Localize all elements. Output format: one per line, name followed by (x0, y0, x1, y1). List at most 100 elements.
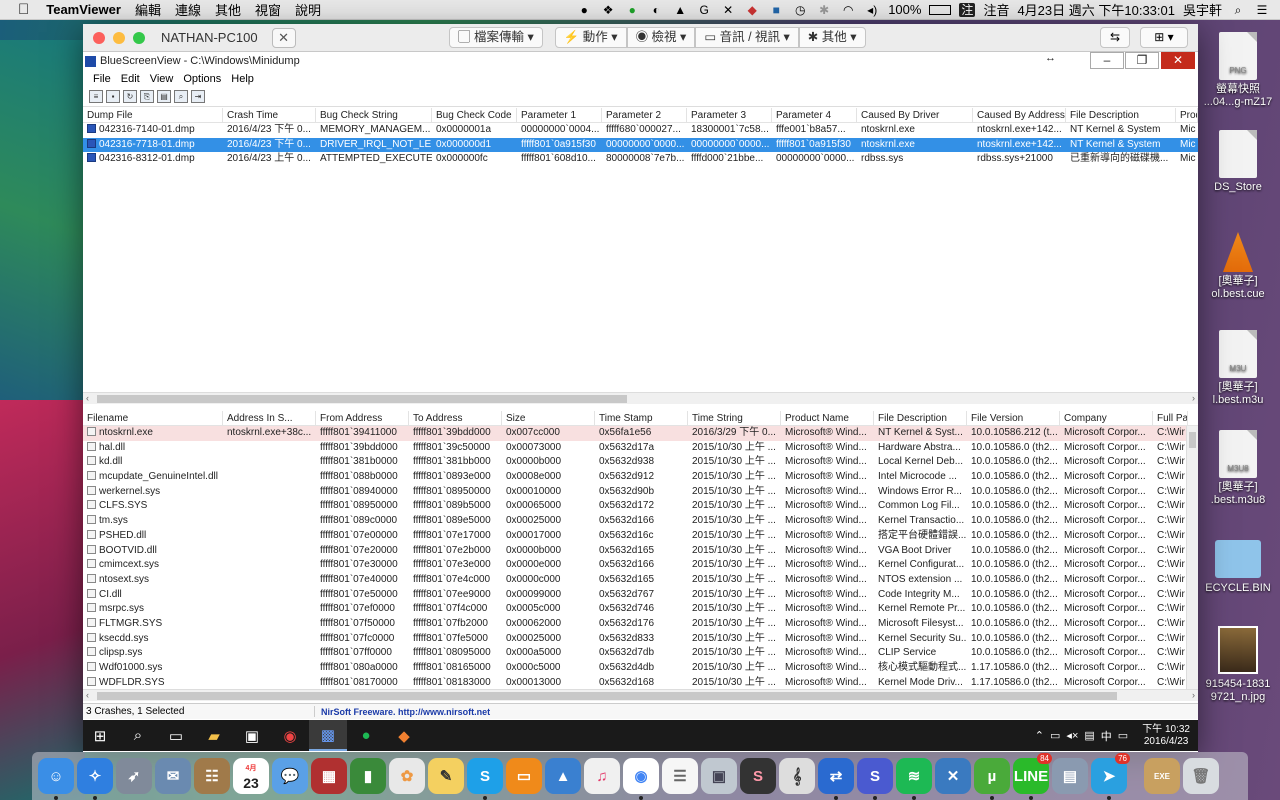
ime-indicator[interactable]: 中 (1101, 728, 1112, 744)
menu-app-name[interactable]: TeamViewer (39, 2, 128, 17)
menu-help[interactable]: Help (226, 73, 259, 85)
wifi-icon[interactable]: ◠ (840, 3, 856, 17)
tool-icon[interactable]: ✕ (720, 3, 736, 17)
column-header[interactable]: Parameter 3 (687, 108, 772, 122)
spotify-icon[interactable]: ● (347, 720, 385, 751)
column-header[interactable]: Time String (688, 411, 781, 425)
actions-button[interactable]: ⚡ 動作 ▾ (554, 27, 627, 48)
audio-video-button[interactable]: ▭ 音訊 / 視訊 ▾ (695, 27, 799, 48)
chrome-icon[interactable]: ◉ (271, 720, 309, 751)
blue-app-icon[interactable]: ■ (768, 3, 784, 17)
driver-row[interactable]: kd.dll fffff801`381b0000 fffff801`381bb000… (83, 455, 1198, 470)
crash-list-hscroll[interactable]: ‹ › (83, 392, 1198, 404)
close-window-button[interactable] (93, 31, 105, 44)
column-header[interactable]: Filename (83, 411, 223, 425)
desktop-icon-ds-store[interactable]: DS_Store (1196, 130, 1280, 194)
switch-sides-icon[interactable]: ⇆ (1100, 27, 1130, 48)
column-header[interactable]: From Address (316, 411, 409, 425)
input-method-icon[interactable]: 注 (959, 2, 976, 17)
save-icon[interactable]: ▪ (106, 90, 120, 103)
sublime-icon[interactable]: S (740, 758, 776, 794)
driver-row[interactable]: werkernel.sys fffff801`08940000 fffff801`0… (83, 485, 1198, 500)
desktop-icon-recycle-bin[interactable]: ECYCLE.BIN (1196, 534, 1280, 595)
menu-connection[interactable]: 連線 (168, 0, 208, 19)
properties-icon[interactable]: ▤ (157, 90, 171, 103)
column-header[interactable]: Caused By Address (973, 108, 1066, 122)
driver-row[interactable]: Wdf01000.sys fffff801`080a0000 fffff801`08… (83, 661, 1198, 676)
column-header[interactable]: Full Pa (1153, 411, 1188, 425)
options-icon[interactable]: ≡ (89, 90, 103, 103)
crash-row[interactable]: 042316-8312-01.dmp 2016/4/23 上午 0... ATTEM… (83, 152, 1198, 167)
column-header[interactable]: Size (502, 411, 595, 425)
time-machine-icon[interactable]: ◷ (792, 3, 808, 17)
app-icon[interactable]: ◆ (385, 720, 423, 751)
nirsoft-link[interactable]: NirSoft Freeware. http://www.nirsoft.net (315, 707, 490, 717)
tool-dock-icon[interactable]: ✕ (935, 758, 971, 794)
minimize-window-button[interactable] (113, 31, 125, 44)
driver-row[interactable]: msrpc.sys fffff801`07ef0000 fffff801`07f4c… (83, 602, 1198, 617)
skype-icon[interactable]: S (467, 758, 503, 800)
photos-icon[interactable]: ✿ (389, 758, 425, 794)
driver-list-hscroll[interactable]: ‹ › (83, 689, 1198, 701)
reminders-icon[interactable]: ☰ (662, 758, 698, 794)
driver-row[interactable]: mcupdate_GenuineIntel.dll fffff801`088b00… (83, 470, 1198, 485)
google-icon[interactable]: G (696, 3, 712, 17)
telegram-icon[interactable]: ➤ 76 (1091, 753, 1130, 800)
action-center-icon[interactable]: ▤ (1084, 729, 1094, 742)
chrome-icon[interactable]: ◉ (623, 758, 659, 800)
bluetooth-icon[interactable]: ✱ (816, 3, 832, 17)
column-header[interactable]: Parameter 4 (772, 108, 857, 122)
column-header[interactable]: Address In S... (223, 411, 316, 425)
itunes-icon[interactable]: ♫ (584, 758, 620, 794)
search-icon[interactable]: ⌕ (119, 720, 157, 751)
scroll-left-icon[interactable]: ‹ (86, 393, 89, 403)
driver-row[interactable]: hal.dll fffff801`39bdd000 fffff801`39c5000… (83, 441, 1198, 456)
safari-icon[interactable]: ✧ (77, 758, 113, 800)
keyboard-icon[interactable]: ▭ (1118, 729, 1128, 742)
messages-icon[interactable]: 💬 (272, 758, 308, 794)
google-drive-icon[interactable]: ▲ (672, 3, 688, 17)
volume-muted-icon[interactable]: ◂× (1066, 729, 1078, 742)
notification-center-icon[interactable]: ☰ (1254, 3, 1270, 17)
store-icon[interactable]: ▣ (233, 720, 271, 751)
trash-icon[interactable]: 🗑 (1183, 758, 1219, 794)
scroll-right-icon[interactable]: › (1192, 393, 1195, 403)
spotlight-icon[interactable]: ⌕ (1230, 3, 1246, 17)
column-header[interactable]: Parameter 2 (602, 108, 687, 122)
task-view-icon[interactable]: ▭ (157, 720, 195, 751)
menubar-clock[interactable]: 4月23日 週六 下午10:33:01 (1017, 0, 1175, 19)
input-method-label[interactable]: 注音 (983, 0, 1009, 19)
driver-row[interactable]: ntoskrnl.exe ntoskrnl.exe+38c... fffff801`… (83, 426, 1198, 441)
desktop-icon-cue[interactable]: [奧華子] ol.best.cue (1196, 228, 1280, 301)
musescore-icon[interactable]: 𝄞 (779, 758, 815, 794)
numbers-icon[interactable]: ▮ (350, 758, 386, 794)
utorrent-icon[interactable]: µ (974, 758, 1010, 800)
driver-row[interactable]: CI.dll fffff801`07e50000 fffff801`07ee9000… (83, 588, 1198, 603)
scroll-right-icon[interactable]: › (1192, 690, 1195, 700)
desktop-icon-screenshot[interactable]: PNG 螢幕快照 ...04...g-mZ17 (1196, 32, 1280, 109)
restore-icon[interactable]: ❐ (1125, 52, 1159, 69)
driver-row[interactable]: WDFLDR.SYS fffff801`08170000 fffff801`0818… (83, 676, 1198, 689)
column-header[interactable]: Company (1060, 411, 1153, 425)
exe-folder-icon[interactable]: EXE (1144, 758, 1180, 794)
crash-row[interactable]: 042316-7718-01.dmp 2016/4/23 下午 0... DRIVE… (83, 137, 1198, 153)
status-app-icon[interactable]: ● (576, 3, 592, 17)
extras-button[interactable]: ✱ 其他 ▾ (798, 27, 866, 48)
line-dock-icon[interactable]: LINE 84 (1013, 753, 1052, 800)
mail-icon[interactable]: ✉ (155, 758, 191, 794)
line-icon[interactable]: ● (624, 3, 640, 17)
column-header[interactable]: Time Stamp (595, 411, 688, 425)
column-header[interactable]: To Address (409, 411, 502, 425)
preview-icon[interactable]: ▤ (1052, 758, 1088, 794)
virtualbox-icon[interactable]: ▣ (701, 758, 737, 794)
close-icon[interactable]: ✕ (1161, 52, 1195, 69)
view-button[interactable]: ◉ 檢視 ▾ (626, 27, 696, 48)
file-transfer-button[interactable]: ▢ 檔案傳輸 ▾ (449, 27, 543, 48)
minimize-icon[interactable]: – (1090, 52, 1124, 69)
driver-row[interactable]: CLFS.SYS fffff801`08950000 fffff801`089b50… (83, 499, 1198, 514)
bluescreenview-taskbar-icon[interactable]: ▩ (309, 720, 347, 751)
menu-options[interactable]: Options (178, 73, 226, 85)
ibooks-icon[interactable]: ▭ (506, 758, 542, 794)
menu-edit[interactable]: Edit (116, 73, 145, 85)
scroll-thumb[interactable] (97, 395, 627, 403)
